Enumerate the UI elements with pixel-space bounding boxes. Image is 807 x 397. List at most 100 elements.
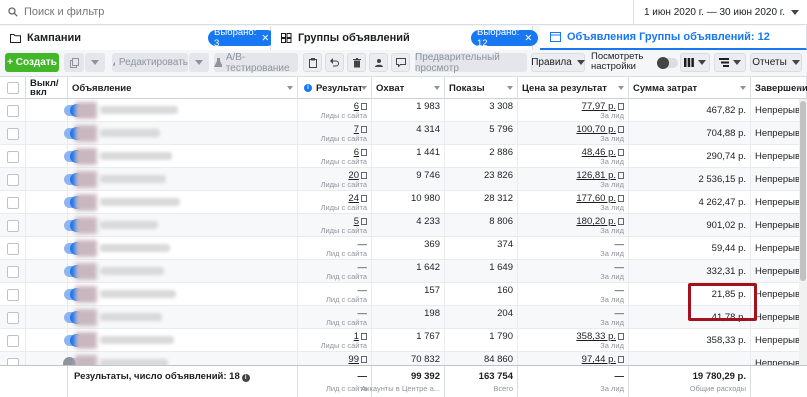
row-checkbox[interactable] (7, 312, 19, 324)
ad-name-cell[interactable] (68, 122, 298, 145)
reports-button[interactable]: Отчеты (750, 53, 802, 72)
ad-thumbnail (75, 217, 97, 234)
ad-name-blurred (100, 129, 160, 137)
col-ad[interactable]: Объявление (68, 77, 298, 99)
rules-button[interactable]: Правила (531, 53, 585, 72)
campaigns-selected-pill[interactable]: Выбрано: 3 ✕ (208, 27, 276, 49)
row-checkbox[interactable] (7, 174, 19, 186)
preview-button[interactable]: Предварительный просмотр (415, 52, 527, 74)
table-row[interactable]: 5 Лиды с сайта 4 233 8 806 180,20 р. За лид 90… (0, 214, 807, 237)
tab-campaigns[interactable]: Кампании Выбрано: 3 ✕ (0, 26, 276, 50)
col-result[interactable]: i Результат (298, 77, 372, 99)
row-checkbox[interactable] (7, 128, 19, 140)
date-range-picker[interactable]: 1 июн 2020 г. — 30 июн 2020 г. (632, 0, 799, 25)
info-icon[interactable]: i (241, 374, 250, 382)
duplicate-button[interactable] (64, 53, 84, 72)
search-input[interactable] (24, 3, 524, 21)
scrollbar-thumb[interactable] (800, 101, 806, 281)
impressions-value: 204 (497, 308, 513, 319)
ad-name-cell[interactable] (68, 283, 298, 306)
table-row[interactable]: — Лид с сайта 198 204— За лид 41,78 р. Непреры… (0, 306, 807, 329)
sort-icon (507, 86, 513, 90)
col-reach[interactable]: Охват (372, 77, 445, 99)
clear-selection-icon[interactable]: ✕ (261, 33, 269, 44)
ad-name-cell[interactable] (68, 329, 298, 352)
footer-spent-value: 19 780,29 р. (692, 371, 746, 382)
edit-menu-button[interactable] (189, 53, 209, 72)
breakdown-button[interactable] (714, 53, 746, 72)
footer-cpr-value: — (614, 371, 625, 382)
ad-name-cell[interactable] (68, 306, 298, 329)
row-checkbox[interactable] (7, 197, 19, 209)
result-type: Лиды с сайта (320, 203, 367, 212)
table-row[interactable]: — Лид с сайта 1 642 1 649— За лид 332,31 р. Не… (0, 260, 807, 283)
table-row[interactable]: 1 Лиды с сайта 1 767 1 790 358,33 р. За лид 35… (0, 329, 807, 352)
col-impressions[interactable]: Показы (445, 77, 518, 99)
ad-name-cell[interactable] (68, 214, 298, 237)
table-row[interactable]: 20 Лиды с сайта 9 746 23 826 126,81 р. За лид… (0, 168, 807, 191)
cpr-type: За лид (600, 341, 624, 350)
table-row[interactable]: — Лид с сайта 369 374— За лид 59,44 р. Непреры… (0, 237, 807, 260)
row-checkbox[interactable] (7, 289, 19, 301)
impressions-value: 374 (497, 239, 513, 250)
duplicate-menu-button[interactable] (85, 53, 105, 72)
clear-selection-icon[interactable]: ✕ (524, 33, 532, 44)
table-row[interactable]: 6 Лиды с сайта 1 441 2 886 48,46 р. За лид 290… (0, 145, 807, 168)
footer-reach: 99 392 Аккаунты в Центре а... (361, 366, 445, 397)
row-toggle-cell (26, 99, 83, 122)
create-button[interactable]: + Создать (5, 53, 59, 72)
comment-icon (395, 58, 406, 67)
rules-button-label: Правила (531, 57, 572, 68)
result-cell: 6 Лиды с сайта (298, 99, 372, 122)
columns-button[interactable] (680, 53, 710, 72)
ad-name-cell[interactable] (68, 260, 298, 283)
view-settings-label: Посмотреть настройки (591, 52, 643, 72)
chevron-down-icon (576, 60, 585, 65)
tab-adsets[interactable]: Группы объявлений Выбрано: 12 ✕ (271, 26, 539, 50)
col-cost-per-result[interactable]: Цена за результат (518, 77, 629, 99)
columns-icon (684, 58, 694, 67)
row-checkbox[interactable] (7, 105, 19, 117)
reach-value: 70 832 (410, 354, 440, 365)
ad-name-cell[interactable] (68, 237, 298, 260)
result-value[interactable]: 99 (348, 354, 367, 365)
ad-name-cell[interactable] (68, 168, 298, 191)
col-amount-spent[interactable]: Сумма затрат (629, 77, 751, 99)
table-row[interactable]: — Лид с сайта 157 160— За лид 21,85 р. Непреры… (0, 283, 807, 306)
chevron-down-icon (698, 60, 706, 65)
select-all-checkbox[interactable] (7, 82, 19, 94)
delete-button[interactable] (347, 53, 366, 72)
edit-button[interactable]: Редактировать (112, 53, 188, 72)
col-end[interactable]: Завершение (751, 77, 807, 99)
undo-button[interactable] (325, 53, 344, 72)
reach-cell: 198 (372, 306, 445, 329)
trash-icon (352, 57, 361, 67)
table-row[interactable]: 24 Лиды с сайта 10 980 28 312 177,60 р. За ли… (0, 191, 807, 214)
clipboard-button[interactable] (303, 53, 322, 72)
chevron-down-icon (91, 60, 99, 65)
row-checkbox[interactable] (7, 243, 19, 255)
breakdown-icon (719, 58, 729, 67)
ad-name-cell[interactable] (68, 191, 298, 214)
result-type: Лид с сайта (325, 318, 367, 327)
row-checkbox[interactable] (7, 220, 19, 232)
tag-button[interactable] (369, 53, 388, 72)
row-checkbox[interactable] (7, 151, 19, 163)
view-settings-toggle[interactable] (657, 57, 678, 69)
tab-ads[interactable]: Объявления Группы объявлений: 12 (540, 26, 807, 50)
adsets-selected-pill[interactable]: Выбрано: 12 ✕ (471, 27, 539, 49)
col-toggle[interactable]: Выкл/ вкл (26, 77, 68, 99)
cpr-value[interactable]: 97,44 р. (582, 354, 624, 365)
ad-name-cell[interactable] (68, 145, 298, 168)
ab-test-button[interactable]: A/B-тестирование (214, 52, 298, 74)
table-row[interactable]: 7 Лиды с сайта 4 314 5 796 100,70 р. За лид 70… (0, 122, 807, 145)
table-row[interactable]: 6 Лиды с сайта 1 983 3 308 77,97 р. За лид 467… (0, 99, 807, 122)
ad-name-cell[interactable] (68, 99, 298, 122)
cpr-type: За лид (600, 203, 624, 212)
comment-button[interactable] (391, 53, 410, 72)
spent-value: 59,44 р. (711, 243, 746, 254)
spent-value: 332,31 р. (706, 266, 746, 277)
row-checkbox[interactable] (7, 266, 19, 278)
row-checkbox[interactable] (7, 335, 19, 347)
reach-cell: 1 767 (372, 329, 445, 352)
